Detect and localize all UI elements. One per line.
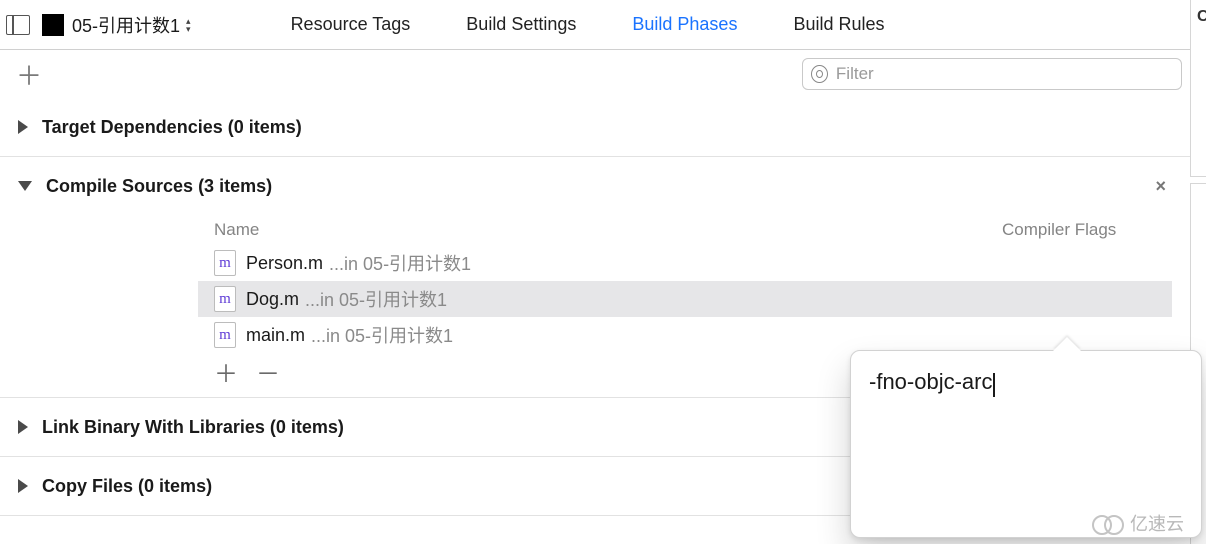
file-path: ...in 05-引用计数1: [305, 286, 447, 312]
section-title: Copy Files (0 items): [42, 476, 212, 497]
section-target-dependencies: Target Dependencies (0 items): [0, 98, 1190, 157]
scope-icon: [811, 65, 828, 83]
tab-build-rules[interactable]: Build Rules: [793, 14, 884, 35]
watermark: 亿速云: [1092, 510, 1184, 536]
panel-toggle-icon[interactable]: [6, 15, 30, 35]
compile-sources-columns: Name Compiler Flags: [18, 215, 1172, 245]
remove-phase-button[interactable]: ×: [1155, 176, 1166, 197]
objc-m-file-icon: [214, 322, 236, 348]
section-header-compile-sources[interactable]: Compile Sources (3 items) ×: [18, 157, 1172, 215]
file-path: ...in 05-引用计数1: [311, 322, 453, 348]
disclosure-down-icon: [18, 181, 32, 191]
disclosure-right-icon: [18, 120, 28, 134]
disclosure-right-icon: [18, 479, 28, 493]
filter-input[interactable]: [836, 64, 1173, 84]
watermark-text: 亿速云: [1130, 510, 1184, 536]
disclosure-right-icon: [18, 420, 28, 434]
remove-file-button[interactable]: －: [256, 354, 280, 389]
target-switcher-icon[interactable]: ▴ ▾: [186, 17, 191, 33]
objc-m-file-icon: [214, 250, 236, 276]
objc-m-file-icon: [214, 286, 236, 312]
file-row[interactable]: Dog.m ...in 05-引用计数1: [198, 281, 1172, 317]
file-row[interactable]: main.m ...in 05-引用计数1: [198, 317, 1172, 353]
file-row[interactable]: Person.m ...in 05-引用计数1: [198, 245, 1172, 281]
section-title: Target Dependencies (0 items): [42, 117, 302, 138]
file-name: Dog.m: [246, 289, 299, 310]
add-phase-button[interactable]: ＋: [8, 54, 50, 95]
section-title: Link Binary With Libraries (0 items): [42, 417, 344, 438]
column-name[interactable]: Name: [214, 220, 1002, 240]
tab-build-settings[interactable]: Build Settings: [466, 14, 576, 35]
section-header-target-dependencies[interactable]: Target Dependencies (0 items): [18, 98, 1172, 156]
text-caret: [993, 373, 995, 397]
compiler-flags-input[interactable]: -fno-objc-arc: [869, 369, 992, 394]
phases-subbar: ＋: [0, 50, 1190, 98]
target-type-icon: [42, 14, 64, 36]
filter-field[interactable]: [802, 58, 1182, 90]
editor-tabs: Resource Tags Build Settings Build Phase…: [291, 14, 885, 35]
file-name: Person.m: [246, 253, 323, 274]
tab-build-phases[interactable]: Build Phases: [632, 14, 737, 35]
tab-resource-tags[interactable]: Resource Tags: [291, 14, 411, 35]
file-path: ...in 05-引用计数1: [329, 250, 471, 276]
target-name[interactable]: 05-引用计数1: [72, 12, 180, 38]
add-file-button[interactable]: ＋: [214, 354, 238, 389]
file-name: main.m: [246, 325, 305, 346]
editor-toolbar: 05-引用计数1 ▴ ▾ Resource Tags Build Setting…: [0, 0, 1190, 50]
section-title: Compile Sources (3 items): [46, 176, 272, 197]
column-compiler-flags[interactable]: Compiler Flags: [1002, 220, 1172, 240]
cloud-icon: [1092, 513, 1126, 533]
